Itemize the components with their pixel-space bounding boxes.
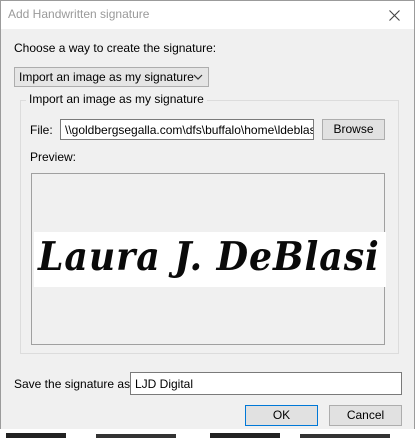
title-bar: Add Handwritten signature [1,1,414,29]
signature-preview-box: Laura J. DeBlasi [31,173,386,345]
signature-handwriting: Laura J. DeBlasi [38,234,380,280]
background-text-fragment [6,433,390,438]
import-image-group-title: Import an image as my signature [26,92,207,106]
background-document-strip [0,429,415,438]
save-as-value: LJD Digital [135,377,194,391]
dialog-title: Add Handwritten signature [8,7,150,21]
add-signature-dialog: Add Handwritten signature Choose a way t… [0,0,415,430]
close-icon [388,9,400,21]
save-as-input[interactable]: LJD Digital [130,372,402,395]
file-path-value: \\goldbergsegalla.com\dfs\buffalo\home\l… [65,123,314,137]
chevron-down-icon [193,74,203,80]
ok-button[interactable]: OK [245,405,318,426]
close-button[interactable] [374,1,414,29]
file-label: File: [30,123,53,137]
file-path-input[interactable]: \\goldbergsegalla.com\dfs\buffalo\home\l… [60,119,314,140]
signature-preview-image: Laura J. DeBlasi [34,232,386,287]
choose-method-label: Choose a way to create the signature: [14,41,217,55]
cancel-button[interactable]: Cancel [329,405,402,426]
browse-button[interactable]: Browse [322,119,385,140]
preview-label: Preview: [30,150,77,164]
save-as-label: Save the signature as: [14,377,134,391]
method-dropdown[interactable]: Import an image as my signature [14,67,209,87]
method-dropdown-value: Import an image as my signature [19,70,194,84]
